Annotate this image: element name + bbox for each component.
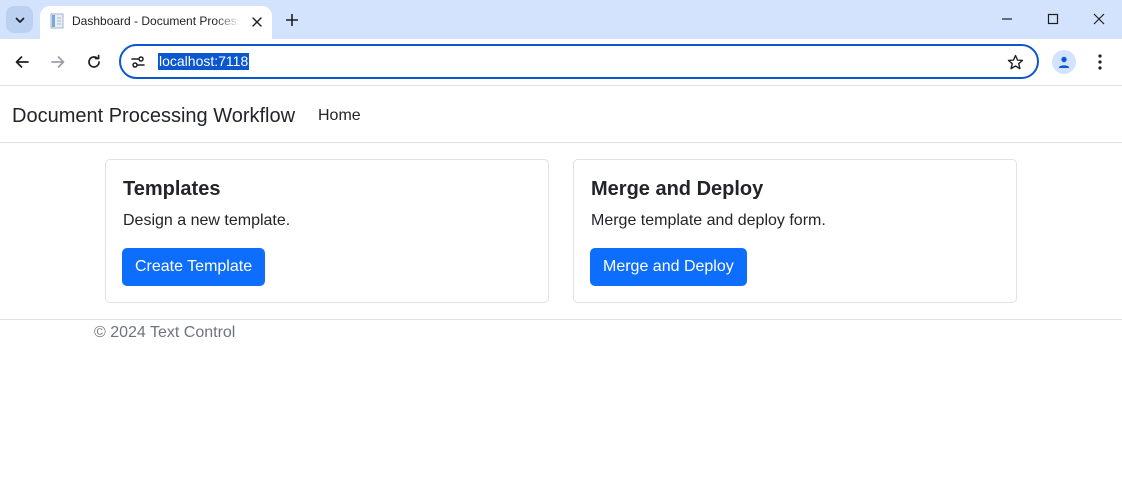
- minimize-icon: [1002, 18, 1012, 20]
- card-text: Merge template and deploy form.: [591, 212, 826, 229]
- maximize-icon: [1047, 13, 1059, 25]
- profile-icon: [1058, 56, 1070, 68]
- browser-tab[interactable]: Dashboard - Document Processing Workflow: [40, 6, 272, 39]
- tab-search-button[interactable]: [6, 6, 33, 33]
- bookmark-button[interactable]: [1006, 53, 1024, 71]
- footer-divider: [0, 319, 1122, 320]
- card-title: Templates: [123, 178, 221, 200]
- reload-button[interactable]: [82, 50, 106, 74]
- document-favicon-icon: [50, 13, 64, 29]
- address-bar[interactable]: localhost:7118: [119, 44, 1039, 79]
- window-close-icon: [1093, 13, 1105, 25]
- forward-button[interactable]: [46, 50, 70, 74]
- card-title: Merge and Deploy: [591, 178, 764, 200]
- url-text[interactable]: localhost:7118: [158, 53, 250, 70]
- site-settings-button[interactable]: [129, 53, 147, 71]
- star-icon: [1007, 54, 1023, 69]
- maximize-button[interactable]: [1040, 7, 1066, 31]
- create-template-button[interactable]: Create Template: [122, 248, 266, 286]
- merge-and-deploy-button[interactable]: Merge and Deploy: [590, 248, 747, 286]
- more-vert-icon: [1098, 54, 1102, 70]
- tab-search-icon: [15, 17, 24, 23]
- close-icon: [252, 17, 262, 27]
- browser-tab-strip: Dashboard - Document Processing Workflow: [0, 0, 1122, 39]
- back-arrow-icon: [15, 56, 29, 68]
- nav-link-home[interactable]: Home: [318, 106, 361, 126]
- plus-icon: [286, 14, 298, 26]
- reload-icon: [88, 54, 100, 68]
- profile-button[interactable]: [1052, 50, 1076, 74]
- site-brand[interactable]: Document Processing Workflow: [12, 104, 295, 128]
- card-text: Design a new template.: [123, 212, 291, 229]
- minimize-button[interactable]: [994, 7, 1020, 31]
- new-tab-button[interactable]: [281, 9, 303, 31]
- tab-title: Dashboard - Document Processing Workflow: [72, 14, 240, 28]
- site-settings-icon: [131, 56, 145, 68]
- back-button[interactable]: [10, 50, 34, 74]
- window-close-button[interactable]: [1086, 7, 1112, 31]
- footer-copyright: © 2024 Text Control: [94, 324, 236, 341]
- browser-toolbar: localhost:7118: [0, 39, 1122, 86]
- tab-close-button[interactable]: [248, 13, 266, 31]
- browser-menu-button[interactable]: [1090, 50, 1110, 74]
- forward-arrow-icon: [51, 56, 65, 68]
- site-navbar: Document Processing Workflow Home: [0, 86, 1122, 143]
- templates-card: Templates Design a new template. Create …: [105, 159, 549, 303]
- merge-deploy-card: Merge and Deploy Merge template and depl…: [573, 159, 1017, 303]
